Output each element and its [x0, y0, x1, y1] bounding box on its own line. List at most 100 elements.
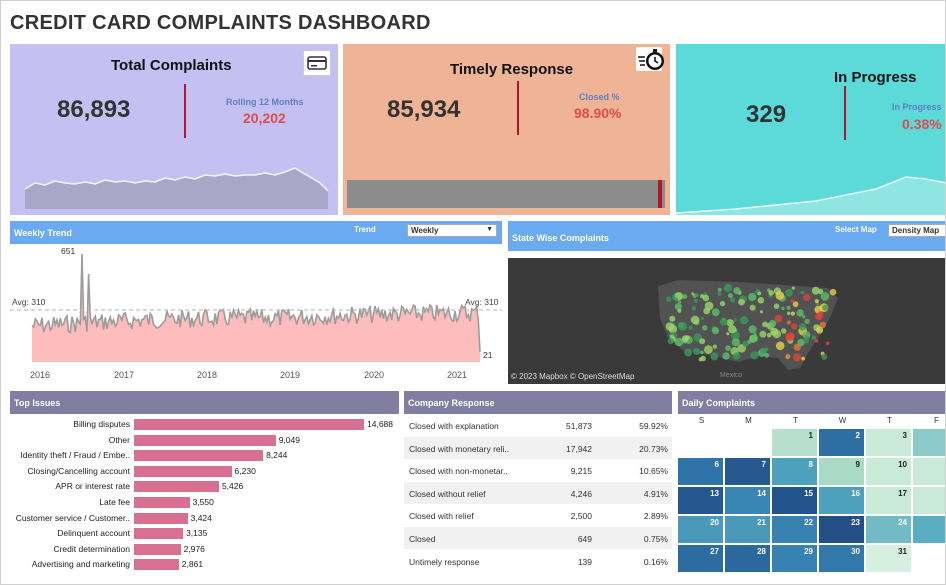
company-response-row[interactable]: Closed with explanation 51,873 59.92% — [404, 414, 672, 436]
calendar-day-number: 27 — [710, 547, 719, 556]
trend-select[interactable]: Weekly ▼ — [407, 224, 497, 237]
map-density-dot — [821, 353, 828, 360]
chevron-down-icon: ▼ — [486, 226, 493, 233]
calendar-day-cell[interactable]: 14 — [725, 487, 770, 514]
top-issue-row[interactable]: Other 9,049 — [10, 433, 399, 448]
company-response-row[interactable]: Closed without relief 4,246 4.91% — [404, 481, 672, 504]
map-density-dot — [802, 315, 806, 319]
calendar-day-cell[interactable] — [913, 458, 945, 485]
top-issue-row[interactable]: Credit determination 2,976 — [10, 542, 399, 557]
calendar-day-cell[interactable]: 24 — [866, 516, 911, 543]
company-response-row[interactable]: Closed with non-monetar.. 9,215 10.65% — [404, 459, 672, 482]
top-issues-panel[interactable]: Billing disputes 14,688 Other 9,049 Identity… — [10, 414, 399, 574]
select-map-label: Select Map — [835, 225, 877, 234]
map-density-dot — [786, 320, 791, 325]
top-issue-row[interactable]: Customer service / Customer.. 3,424 — [10, 511, 399, 526]
calendar-day-cell[interactable]: 28 — [725, 545, 770, 572]
response-percent: 10.65% — [639, 466, 668, 477]
calendar-day-cell[interactable]: 15 — [772, 487, 817, 514]
kpi-total-complaints[interactable]: Total Complaints 86,893 Rolling 12 Month… — [10, 44, 338, 215]
daily-complaints-calendar[interactable]: 1 2 3 6 7 8 9 10 13 14 15 16 17 20 21 22 23 24 27 28 29 30 31 — [678, 429, 945, 574]
calendar-day-cell[interactable]: 7 — [725, 458, 770, 485]
response-label: Closed with monetary reli.. — [409, 443, 510, 454]
top-issue-label: Identity theft / Fraud / Embe.. — [20, 450, 130, 461]
calendar-day-cell[interactable]: 10 — [866, 458, 911, 485]
calendar-day-cell[interactable]: 27 — [678, 545, 723, 572]
kpi-timely-response[interactable]: Timely Response 85,934 Closed % 98.90% — [343, 44, 670, 215]
map-density-dot — [723, 283, 732, 293]
calendar-day-cell[interactable]: 22 — [772, 516, 817, 543]
calendar-day-cell[interactable] — [913, 429, 945, 456]
calendar-day-cell[interactable]: 21 — [725, 516, 770, 543]
calendar-day-cell[interactable]: 8 — [772, 458, 817, 485]
top-issue-row[interactable]: APR or interest rate 5,426 — [10, 479, 399, 494]
map-density-dot — [748, 292, 757, 302]
top-issue-value: 6,230 — [234, 465, 256, 476]
top-issue-row[interactable]: Closing/Cancelling account 6,230 — [10, 464, 399, 479]
weekday-header: F — [934, 416, 939, 425]
map-density-dot — [731, 338, 740, 347]
credit-card-icon — [303, 50, 331, 76]
map-density-dot — [730, 297, 736, 303]
map-density-dot — [738, 298, 745, 306]
top-issue-row[interactable]: Identity theft / Fraud / Embe.. 8,244 — [10, 448, 399, 463]
kpi-in-progress[interactable]: In Progress 329 In Progress 0.38% — [676, 44, 945, 215]
top-issue-row[interactable]: Advertising and marketing 2,861 — [10, 557, 399, 572]
calendar-day-cell[interactable]: 3 — [866, 429, 911, 456]
map-density-dot — [791, 286, 795, 290]
calendar-day-cell[interactable]: 30 — [819, 545, 864, 572]
calendar-day-cell[interactable]: 2 — [819, 429, 864, 456]
company-response-row[interactable]: Closed 649 0.75% — [404, 527, 672, 549]
calendar-day-cell[interactable]: 31 — [866, 545, 911, 572]
map-density-dot — [717, 287, 722, 292]
calendar-day-cell[interactable]: 23 — [819, 516, 864, 543]
calendar-day-cell[interactable]: 20 — [678, 516, 723, 543]
calendar-day-cell[interactable]: 16 — [819, 487, 864, 514]
company-response-row[interactable]: Untimely response 139 0.16% — [404, 549, 672, 572]
kpi-timely-title: Timely Response — [450, 61, 574, 78]
calendar-day-cell[interactable] — [913, 516, 945, 543]
kpi-total-sparkline — [24, 167, 329, 209]
map-density-dot — [816, 326, 824, 334]
state-wise-map[interactable]: Mexico © 2023 Mapbox © OpenStreetMap — [508, 258, 945, 384]
calendar-day-cell[interactable]: 17 — [866, 487, 911, 514]
map-density-dot — [790, 298, 795, 303]
top-issue-value: 9,049 — [278, 434, 300, 445]
map-density-dot — [681, 335, 689, 342]
company-response-row[interactable]: Closed with relief 2,500 2.89% — [404, 504, 672, 527]
map-density-dot — [750, 334, 759, 343]
map-density-dot — [811, 335, 817, 340]
calendar-day-number: 6 — [714, 460, 719, 469]
top-issue-label: Delinquent account — [57, 528, 130, 539]
calendar-day-cell[interactable]: 13 — [678, 487, 723, 514]
map-density-dot — [804, 318, 810, 325]
stopwatch-icon — [636, 47, 664, 71]
top-issue-row[interactable]: Late fee 3,550 — [10, 495, 399, 510]
weekly-trend-header: Weekly Trend Trend Weekly ▼ — [10, 221, 502, 244]
calendar-day-cell[interactable]: 1 — [772, 429, 817, 456]
top-issue-row[interactable]: Delinquent account 3,135 — [10, 526, 399, 541]
top-issues-title: Top Issues — [14, 398, 61, 408]
year-label: 2017 — [114, 370, 135, 380]
calendar-day-cell[interactable] — [913, 545, 945, 572]
map-density-dot — [775, 291, 785, 300]
calendar-day-cell[interactable]: 6 — [678, 458, 723, 485]
top-issue-row[interactable]: Billing disputes 14,688 — [10, 417, 399, 432]
top-issue-label: APR or interest rate — [55, 481, 130, 492]
company-response-row[interactable]: Closed with monetary reli.. 17,942 20.73% — [404, 436, 672, 459]
top-issue-label: Credit determination — [53, 543, 130, 554]
top-issue-bar — [134, 497, 190, 508]
kpi-timely-progress-track — [347, 180, 665, 208]
map-density-dot — [726, 332, 730, 336]
company-response-table[interactable]: Closed with explanation 51,873 59.92% Close… — [404, 414, 672, 574]
weekly-trend-panel[interactable]: Avg: 310 Avg: 310 651 21 2016 2017 2018 … — [10, 244, 502, 384]
weekday-header: T — [793, 416, 798, 425]
calendar-day-cell[interactable] — [913, 487, 945, 514]
map-density-dot — [712, 344, 717, 349]
dashboard-title: CREDIT CARD COMPLAINTS DASHBOARD — [10, 12, 431, 34]
calendar-day-cell[interactable]: 29 — [772, 545, 817, 572]
calendar-day-cell[interactable]: 9 — [819, 458, 864, 485]
select-map-dropdown[interactable]: Density Map — [888, 224, 945, 237]
kpi-timely-progress-marker — [657, 180, 662, 208]
response-label: Untimely response — [409, 556, 480, 567]
